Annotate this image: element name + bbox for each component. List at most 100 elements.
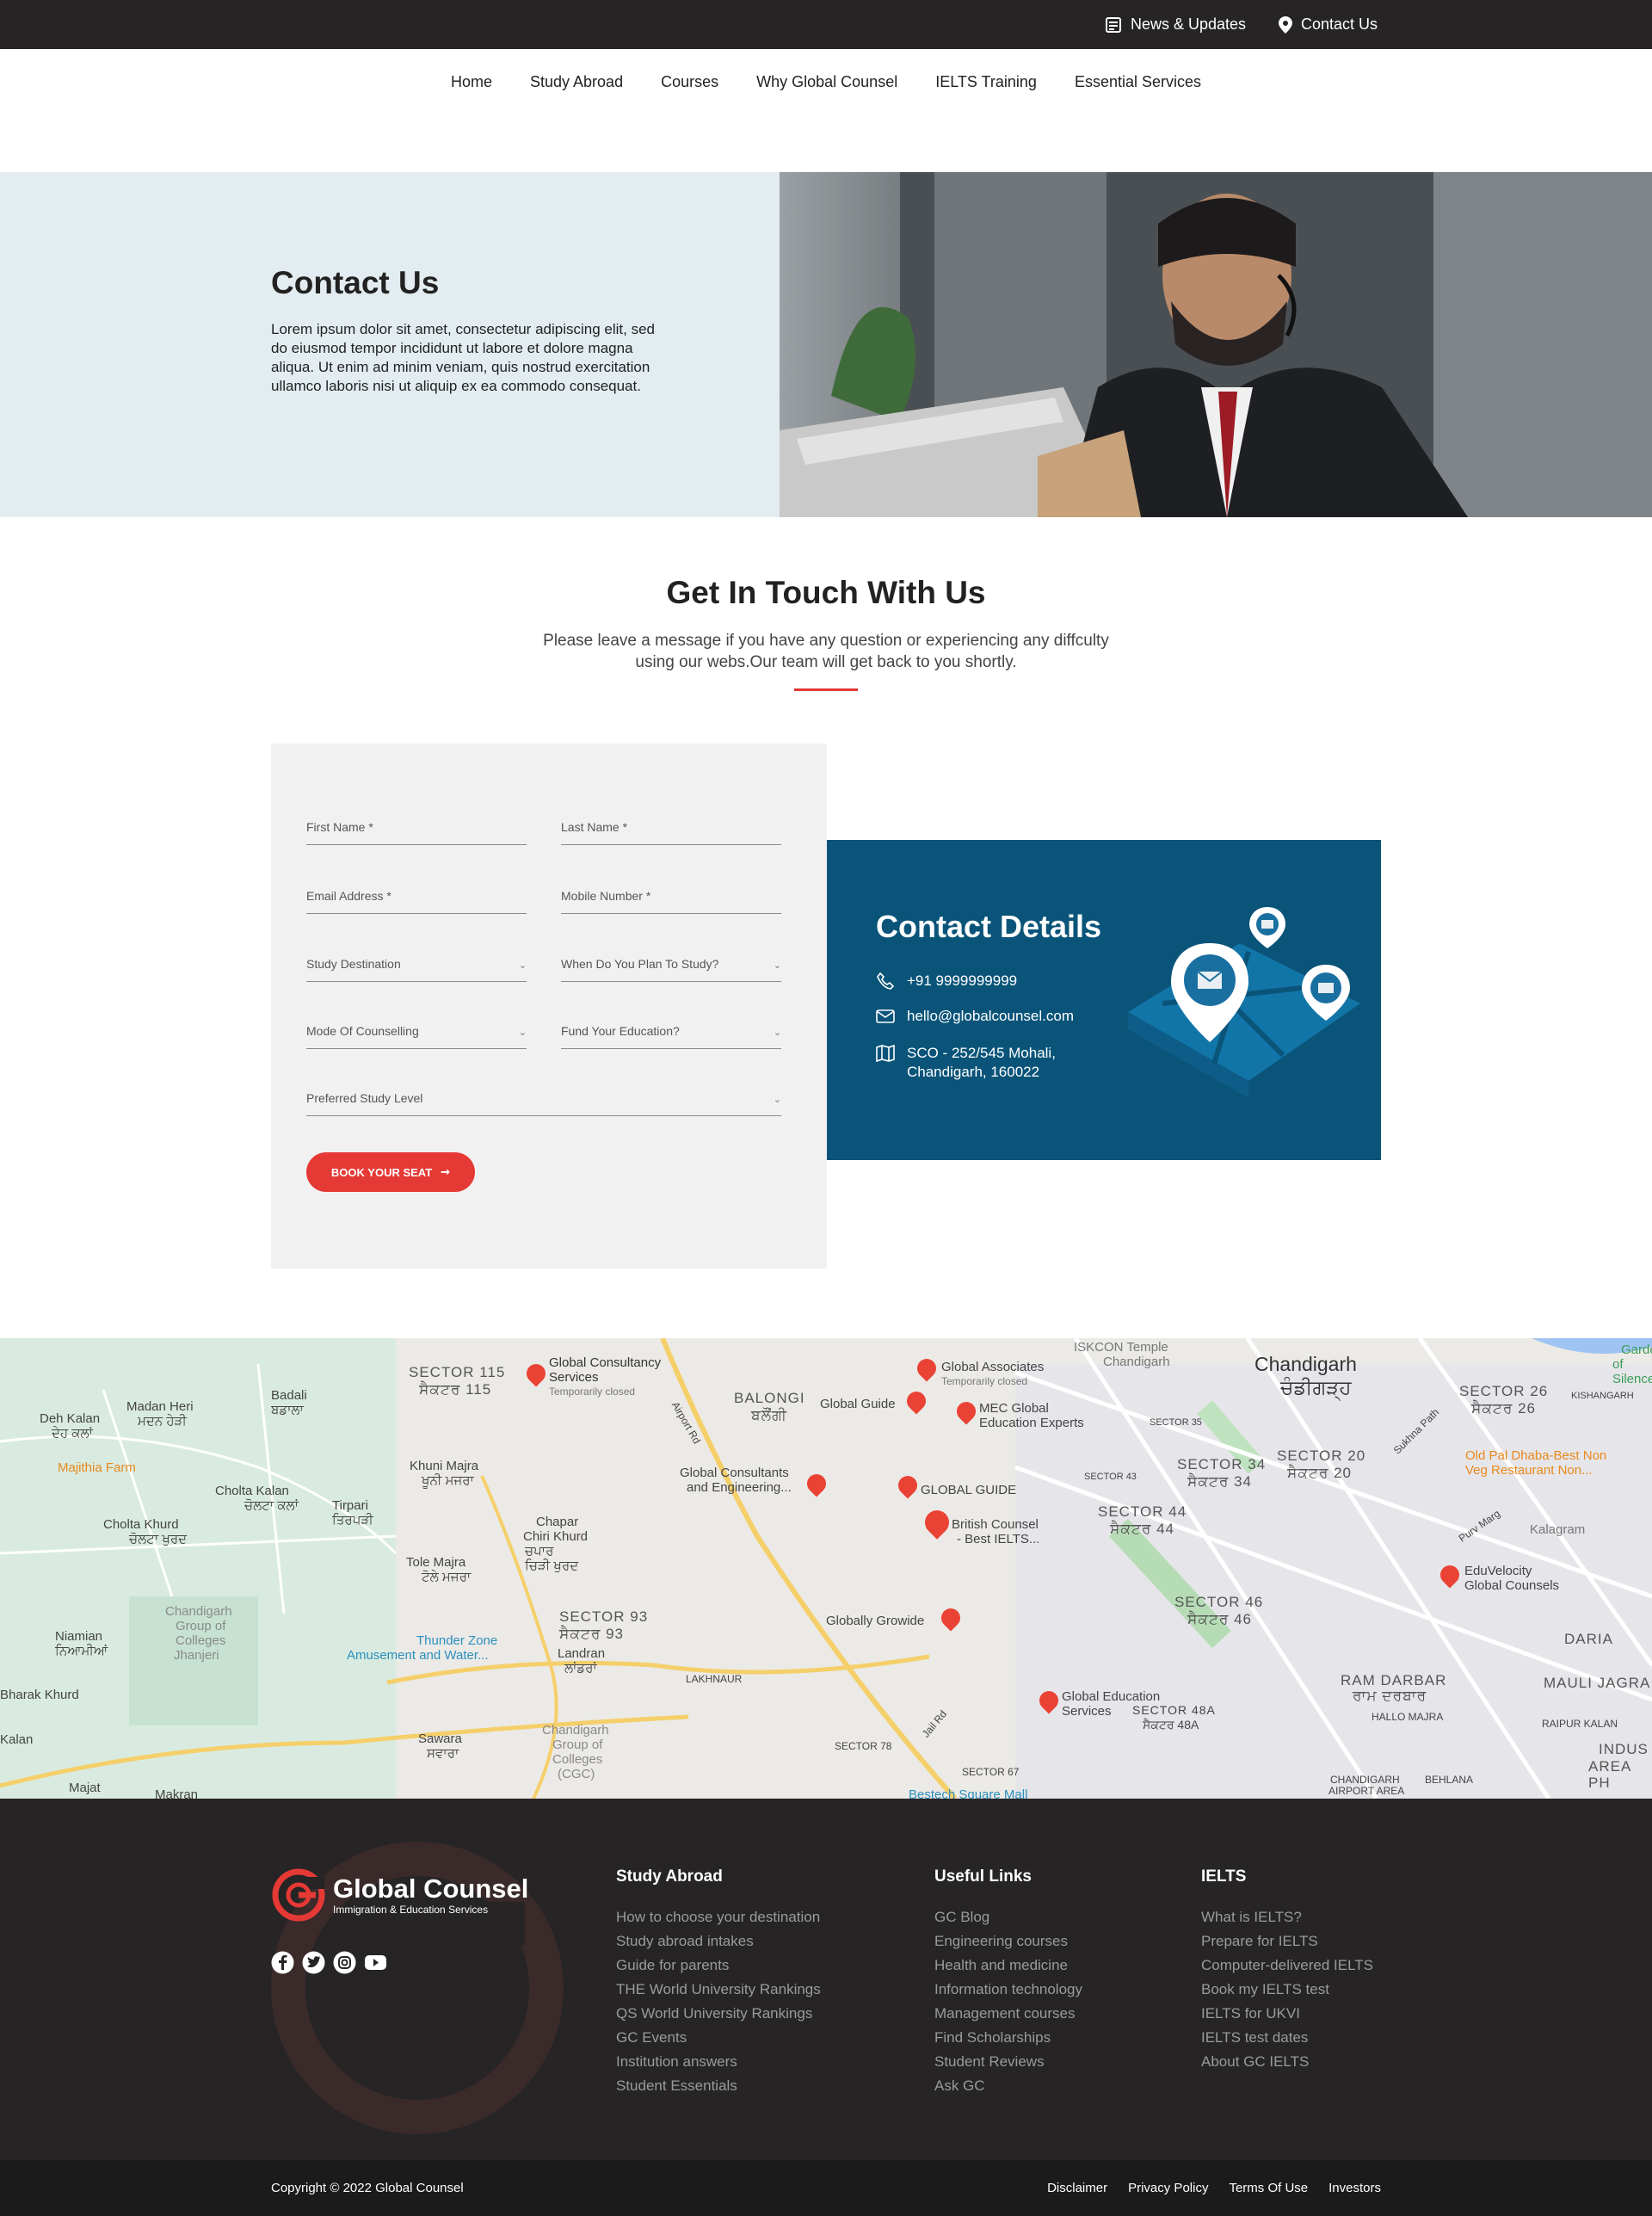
chevron-down-icon: ⌄ — [518, 960, 527, 971]
footer-link[interactable]: IELTS for UKVI — [1201, 2002, 1373, 2026]
map-label: ਰਾਮ ਦਰਬਾਰ — [1353, 1688, 1427, 1704]
footer-link[interactable]: GC Blog — [934, 1905, 1082, 1929]
email-field[interactable]: Email Address * — [306, 880, 527, 914]
footer-link[interactable]: Book my IELTS test — [1201, 1978, 1373, 2002]
page-title: Contact Us — [271, 265, 440, 300]
nav-courses[interactable]: Courses — [661, 73, 718, 91]
footer-link[interactable]: Study abroad intakes — [616, 1929, 821, 1954]
footer-link[interactable]: Institution answers — [616, 2050, 821, 2074]
fund-select[interactable]: Fund Your Education? ⌄ — [561, 1015, 781, 1049]
map-label: HALLO MAJRA — [1372, 1711, 1444, 1723]
map-label: Landran — [558, 1646, 606, 1661]
footer-link[interactable]: Ask GC — [934, 2074, 1082, 2098]
footer-logo[interactable]: Global Counsel Immigration & Education S… — [271, 1867, 528, 1923]
facebook-icon[interactable] — [271, 1951, 294, 1974]
footer-link[interactable]: Prepare for IELTS — [1201, 1929, 1373, 1954]
email-row[interactable]: hello@globalcounsel.com — [876, 1007, 1074, 1026]
footer-link[interactable]: Student Essentials — [616, 2074, 821, 2098]
nav-ielts-training[interactable]: IELTS Training — [935, 73, 1037, 91]
footer-link[interactable]: Management courses — [934, 2002, 1082, 2026]
contact-us-link[interactable]: Contact Us — [1279, 0, 1378, 49]
youtube-icon[interactable] — [364, 1951, 387, 1974]
bottom-bar: Copyright © 2022 Global Counsel Disclaim… — [0, 2160, 1652, 2216]
mode-select[interactable]: Mode Of Counselling ⌄ — [306, 1015, 527, 1049]
mobile-field[interactable]: Mobile Number * — [561, 880, 781, 914]
news-updates-link[interactable]: News & Updates — [1105, 0, 1246, 49]
footer-link[interactable]: Health and medicine — [934, 1954, 1082, 1978]
map-label: SECTOR 115 — [409, 1364, 506, 1380]
map-label: Colleges — [176, 1633, 226, 1648]
map-label: ਸੈਕਟਰ 26 — [1471, 1400, 1536, 1417]
nav-essential-services[interactable]: Essential Services — [1075, 73, 1201, 91]
map-label: ਬਡਾਲਾ — [271, 1403, 304, 1417]
map-label: Sawara — [418, 1731, 462, 1746]
when-plan-select[interactable]: When Do You Plan To Study? ⌄ — [561, 948, 781, 982]
privacy-policy-link[interactable]: Privacy Policy — [1128, 2181, 1208, 2195]
book-your-seat-button[interactable]: BOOK YOUR SEAT ➞ — [306, 1152, 475, 1192]
footer-link[interactable]: Student Reviews — [934, 2050, 1082, 2074]
map-label: Amusement and Water... — [347, 1648, 489, 1663]
map-label: MAULI JAGRA — [1544, 1675, 1651, 1691]
phone-row[interactable]: +91 9999999999 — [876, 972, 1017, 991]
chevron-down-icon: ⌄ — [518, 1028, 527, 1038]
footer-link[interactable]: THE World University Rankings — [616, 1978, 821, 2002]
nav-why-global-counsel[interactable]: Why Global Counsel — [756, 73, 897, 91]
hero-banner: Contact Us Lorem ipsum dolor sit amet, c… — [0, 172, 1652, 517]
footer-link[interactable]: Engineering courses — [934, 1929, 1082, 1954]
map-label: ISKCON Temple — [1074, 1340, 1168, 1355]
nav-study-abroad[interactable]: Study Abroad — [530, 73, 623, 91]
footer-link[interactable]: Computer-delivered IELTS — [1201, 1954, 1373, 1978]
twitter-icon[interactable] — [302, 1951, 325, 1974]
footer-link[interactable]: GC Events — [616, 2026, 821, 2050]
footer: Global Counsel Immigration & Education S… — [0, 1799, 1652, 2160]
study-level-select[interactable]: Preferred Study Level ⌄ — [306, 1082, 781, 1116]
address-row: SCO - 252/545 Mohali, Chandigarh, 160022 — [876, 1044, 1056, 1082]
terms-of-use-link[interactable]: Terms Of Use — [1229, 2181, 1308, 2195]
footer-link[interactable]: What is IELTS? — [1201, 1905, 1373, 1929]
footer-link[interactable]: Guide for parents — [616, 1954, 821, 1978]
footer-col-ielts-title: IELTS — [1201, 1867, 1247, 1886]
map-label: AREA PH — [1588, 1758, 1631, 1791]
map-label: Old Pal Dhaba-Best Non — [1465, 1448, 1607, 1463]
map-label: ਮਦਨ ਹੇੜੀ — [138, 1414, 187, 1429]
map-label: Bestech Square Mall — [909, 1787, 1028, 1799]
main-nav: Home Study Abroad Courses Why Global Cou… — [0, 49, 1652, 114]
disclaimer-link[interactable]: Disclaimer — [1047, 2181, 1107, 2195]
map-label: Temporarily closed — [549, 1386, 636, 1398]
arrow-right-icon: ➞ — [441, 1165, 451, 1178]
email-label: Email Address * — [306, 889, 391, 903]
fund-label: Fund Your Education? — [561, 1024, 680, 1038]
study-destination-select[interactable]: Study Destination ⌄ — [306, 948, 527, 982]
last-name-field[interactable]: Last Name * — [561, 811, 781, 845]
map-label: (CGC) — [558, 1767, 595, 1781]
nav-home[interactable]: Home — [451, 73, 492, 91]
footer-link[interactable]: Information technology — [934, 1978, 1082, 2002]
first-name-field[interactable]: First Name * — [306, 811, 527, 845]
location-map[interactable]: SECTOR 115 ਸੈਕਟਰ 115 Global Consultancy … — [0, 1338, 1652, 1799]
map-label: - Best IELTS... — [957, 1532, 1040, 1546]
map-label: BEHLANA — [1425, 1774, 1474, 1786]
footer-link[interactable]: About GC IELTS — [1201, 2050, 1373, 2074]
mail-icon — [876, 1009, 895, 1023]
map-label: Garden — [1621, 1343, 1652, 1357]
map-label: RAM DARBAR — [1341, 1672, 1447, 1688]
map-label: Jhanjeri — [174, 1648, 219, 1663]
section-title: Get In Touch With Us — [666, 575, 986, 610]
map-label: Temporarily closed — [941, 1375, 1028, 1387]
global-counsel-logo-icon — [272, 1868, 325, 1922]
map-label: BALONGI — [734, 1390, 805, 1406]
section-subtitle: Please leave a message if you have any q… — [543, 632, 1109, 671]
map-label: Services — [1062, 1704, 1112, 1719]
map-label: Niamian — [55, 1629, 103, 1644]
map-label: ਚੋਲਟਾ ਕਲਾਂ — [244, 1498, 299, 1513]
instagram-icon[interactable] — [333, 1951, 356, 1974]
map-label: SECTOR 35 — [1150, 1417, 1202, 1428]
investors-link[interactable]: Investors — [1328, 2181, 1381, 2195]
footer-link[interactable]: IELTS test dates — [1201, 2026, 1373, 2050]
map-label: ਚੋਲਟਾ ਖੁਰਦ — [129, 1532, 188, 1546]
map-label: Kalan — [0, 1732, 34, 1747]
map-label: Makran — [155, 1787, 199, 1799]
footer-link[interactable]: Find Scholarships — [934, 2026, 1082, 2050]
footer-link[interactable]: How to choose your destination — [616, 1905, 821, 1929]
footer-link[interactable]: QS World University Rankings — [616, 2002, 821, 2026]
